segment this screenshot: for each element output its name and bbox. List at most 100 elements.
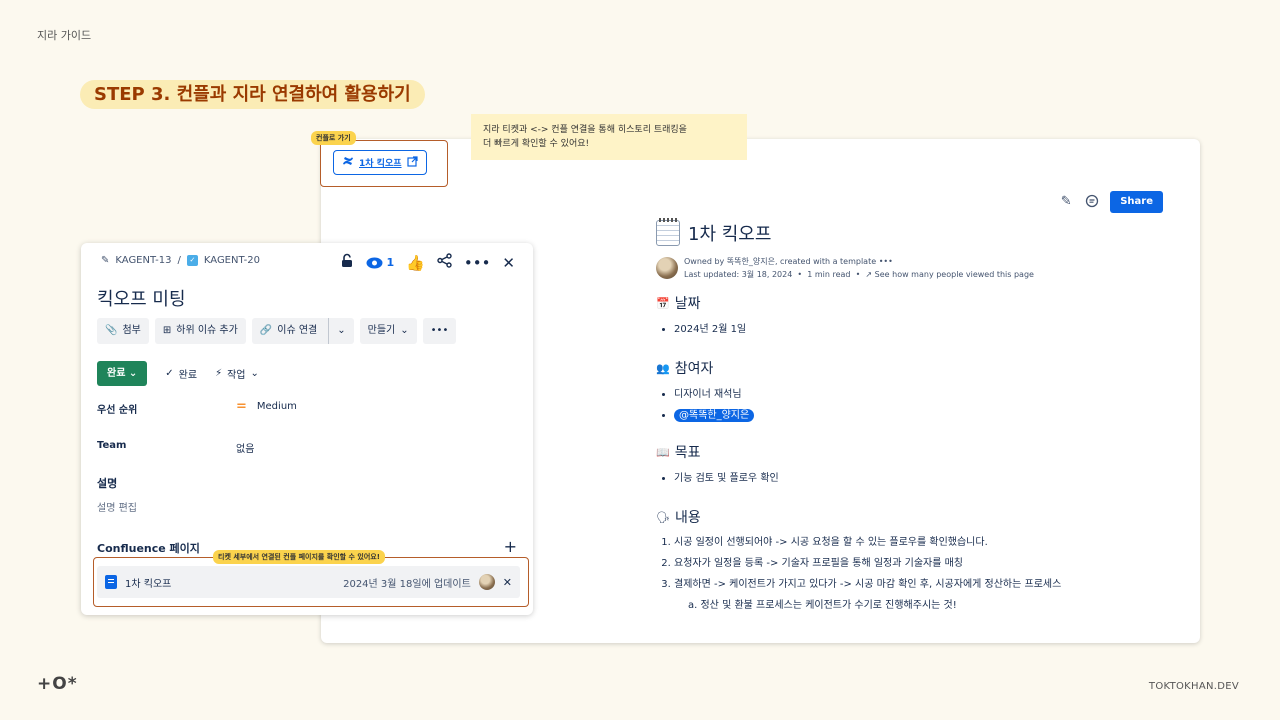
goto-tag: 컨플로 가기 [311, 131, 356, 145]
more-icon[interactable]: ••• [879, 257, 893, 266]
detail-tag: 티켓 세부에서 연결된 컨플 페이지를 확인할 수 있어요! [213, 550, 385, 564]
speaking-icon: 🗣 [656, 510, 670, 524]
attach-label: 첨부 [122, 325, 141, 336]
confluence-logo-icon [342, 155, 354, 170]
comment-icon[interactable] [1084, 194, 1100, 210]
close-icon[interactable]: ✕ [502, 254, 515, 272]
brand-logo: +O* [37, 674, 78, 694]
section-date: 📅 날짜 2024년 2월 1일 [656, 293, 1176, 340]
last-updated: Last updated: 3월 18, 2024 [684, 270, 793, 279]
list-item: 결제하면 -> 케이전트가 가지고 있다가 -> 시공 마감 확인 후, 시공자… [674, 574, 1176, 616]
chevron-down-icon: ⌄ [128, 368, 138, 379]
watch-count: 1 [386, 256, 395, 269]
team-value[interactable]: 없음 [236, 440, 254, 455]
add-page-icon[interactable]: + [504, 537, 517, 556]
list-item: 시공 일정이 선행되어야 -> 시공 요청을 할 수 있는 플로우를 확인했습니… [674, 532, 1176, 553]
info-note: 지라 티켓과 <-> 컨플 연결을 통해 히스토리 트래킹을 더 빠르게 확인할… [471, 114, 747, 160]
attach-button[interactable]: 📎 첨부 [97, 318, 149, 344]
more-actions-button[interactable]: ••• [422, 318, 457, 344]
status-dropdown[interactable]: 완료 ⌄ [97, 361, 148, 386]
notepad-icon [656, 218, 680, 246]
unlock-icon[interactable] [340, 253, 354, 272]
breadcrumb: ✎ KAGENT-13 / ✓ KAGENT-20 [101, 255, 261, 266]
more-icon[interactable]: ••• [464, 254, 491, 272]
add-child-issue-button[interactable]: ⊞ 하위 이슈 추가 [154, 318, 246, 344]
external-link-icon [406, 155, 418, 170]
byline-text: Owned by 똑똑한_양지은, created with a templat… [684, 257, 1034, 279]
owner-avatar[interactable] [656, 257, 678, 279]
list-item: 디자이너 재석님 [674, 384, 1176, 405]
list-item: @똑똑한_양지은 [674, 405, 1176, 426]
lightning-icon: ⚡ [215, 368, 223, 379]
note-line-2: 더 빠르게 확인할 수 있어요! [483, 139, 590, 149]
parent-issue-key[interactable]: KAGENT-13 [115, 255, 171, 266]
task-type-icon: ✓ [186, 255, 198, 266]
owned-by: Owned by 똑똑한_양지은, created with a templat… [684, 257, 877, 266]
resolution-label: 완료 [178, 370, 198, 381]
section-participants: 👥 참여자 디자이너 재석님 @똑똑한_양지은 [656, 358, 1176, 426]
page-title: 1차 킥오프 [688, 224, 772, 245]
priority-text: Medium [256, 401, 297, 412]
child-label: 하위 이슈 추가 [176, 325, 238, 336]
book-icon: 📖 [656, 445, 670, 459]
link-icon: 🔗 [259, 325, 273, 336]
step-title: STEP 3. 컨플과 지라 연결하여 활용하기 [80, 80, 425, 109]
create-label: 만들기 [367, 325, 396, 336]
section-content: 🗣 내용 시공 일정이 선행되어야 -> 시공 요청을 할 수 있는 플로우를 확… [656, 507, 1176, 616]
priority-value[interactable]: = Medium [236, 399, 297, 414]
chevron-down-icon: ⌄ [400, 325, 409, 336]
list-item-text: 결제하면 -> 케이전트가 가지고 있다가 -> 시공 마감 확인 후, 시공자… [674, 579, 1062, 590]
chart-icon: ↗ [865, 270, 873, 279]
issue-key[interactable]: KAGENT-20 [204, 255, 260, 266]
resolution: ✓ 완료 [165, 366, 197, 381]
section-title: 목표 [674, 445, 701, 461]
guide-label: 지라 가이드 [37, 29, 92, 42]
confluence-pages-label: Confluence 페이지 [97, 542, 200, 555]
goto-confluence-button[interactable]: 1차 킥오프 [333, 150, 427, 175]
issue-type-label: 작업 [227, 370, 246, 381]
page-content: 1차 킥오프 Owned by 똑똑한_양지은, created with a … [656, 218, 1176, 616]
pencil-icon: ✎ [101, 255, 110, 266]
description-label: 설명 [97, 477, 118, 490]
create-button[interactable]: 만들기 ⌄ [359, 318, 417, 344]
issue-type-dropdown[interactable]: ⚡ 작업 ⌄ [215, 366, 259, 381]
section-title: 내용 [674, 510, 701, 526]
note-line-1: 지라 티켓과 <-> 컨플 연결을 통해 히스토리 트래킹을 [483, 125, 687, 135]
section-title: 날짜 [674, 296, 701, 312]
section-title: 참여자 [674, 361, 714, 377]
goto-button-label: 1차 킥오프 [359, 159, 402, 169]
share-icon[interactable] [437, 253, 452, 272]
read-time: 1 min read [807, 270, 851, 279]
user-mention[interactable]: @똑똑한_양지은 [674, 409, 755, 422]
viewers-link[interactable]: See how many people viewed this page [875, 270, 1034, 279]
people-icon: 👥 [656, 361, 670, 375]
chevron-down-icon[interactable]: ⌄ [328, 318, 346, 344]
list-item: 2024년 2월 1일 [674, 319, 1176, 340]
hierarchy-icon: ⊞ [162, 325, 172, 336]
page-toolbar: ✎ Share [1058, 191, 1163, 213]
like-icon[interactable]: 👍 [406, 254, 425, 272]
list-item: 요청자가 일정을 등록 -> 기술자 프로필을 통해 일정과 기술자를 매칭 [674, 553, 1176, 574]
calendar-icon: 📅 [656, 296, 670, 310]
linked-page-outline [93, 557, 529, 607]
link-label: 이슈 연결 [277, 325, 318, 336]
list-item: 기능 검토 및 플로우 확인 [674, 468, 1176, 489]
page-title-row: 1차 킥오프 [656, 218, 1176, 247]
chevron-down-icon: ⌄ [250, 368, 259, 379]
issue-actions: 📎 첨부 ⊞ 하위 이슈 추가 🔗 이슈 연결 ⌄ 만들기 ⌄ ••• [97, 318, 457, 344]
paperclip-icon: 📎 [105, 325, 118, 336]
sub-list-item: a. 정산 및 환불 프로세스는 케이전트가 수기로 진행해주시는 것! [688, 600, 957, 611]
section-goal: 📖 목표 기능 검토 및 플로우 확인 [656, 442, 1176, 489]
share-button[interactable]: Share [1110, 191, 1163, 213]
issue-title[interactable]: 킥오프 미팅 [97, 285, 186, 311]
footer-url: TOKTOKHAN.DEV [1148, 681, 1239, 692]
priority-label: 우선 순위 [97, 405, 138, 416]
link-issue-button[interactable]: 🔗 이슈 연결 ⌄ [251, 318, 354, 344]
check-icon: ✓ [165, 368, 174, 379]
team-label: Team [97, 440, 127, 451]
description-edit[interactable]: 설명 편집 [97, 499, 137, 514]
byline: Owned by 똑똑한_양지은, created with a templat… [656, 255, 1176, 281]
issue-header-actions: 1 👍 ••• ✕ [340, 253, 515, 272]
watch-button[interactable]: 1 [366, 256, 395, 269]
edit-pencil-icon[interactable]: ✎ [1058, 194, 1074, 210]
